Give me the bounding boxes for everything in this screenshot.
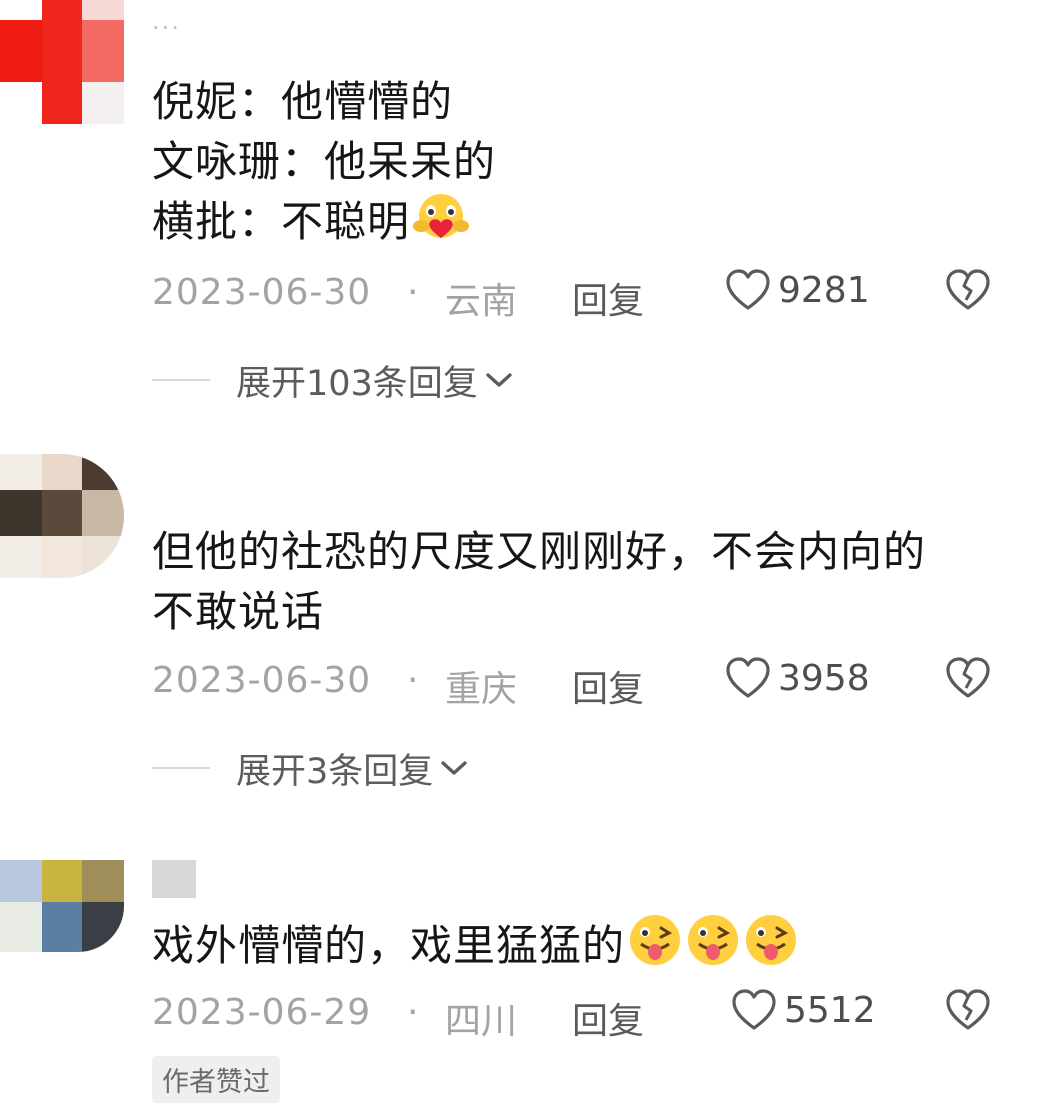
dislike-button[interactable] xyxy=(944,988,992,1041)
chevron-down-icon xyxy=(441,761,467,775)
broken-heart-icon xyxy=(946,989,990,1030)
avatar[interactable] xyxy=(0,860,124,952)
comment-meta: 2023-06-29 · 四川 回复 5512 xyxy=(152,989,1012,1044)
expand-label: 展开3条回复 xyxy=(236,751,434,792)
heart-icon xyxy=(732,989,776,1030)
divider xyxy=(152,767,210,769)
broken-heart-icon xyxy=(946,269,990,310)
comment-line: 不敢说话 xyxy=(152,587,325,636)
separator: · xyxy=(407,272,419,313)
comment-location: 四川 xyxy=(445,1001,518,1042)
separator: · xyxy=(407,660,419,701)
reply-button[interactable]: 回复 xyxy=(572,272,644,324)
broken-heart-icon xyxy=(946,657,990,698)
like-count: 9281 xyxy=(778,269,870,311)
comment-line: 但他的社恐的尺度又刚刚好，不会内向的 xyxy=(152,527,927,576)
reply-button[interactable]: 回复 xyxy=(572,660,644,712)
like-count: 5512 xyxy=(784,989,876,1031)
like-button[interactable]: 9281 xyxy=(724,268,870,312)
comment-date: 2023-06-30 xyxy=(152,272,372,313)
comment-text: 但他的社恐的尺度又刚刚好，不会内向的 不敢说话 xyxy=(152,522,926,642)
avatar[interactable] xyxy=(0,454,124,578)
comment-line: 横批：不聪明 xyxy=(152,197,411,246)
avatar[interactable] xyxy=(0,0,124,124)
comment-line: 文咏珊：他呆呆的 xyxy=(152,137,497,186)
heart-icon xyxy=(726,657,770,698)
comment-meta: 2023-06-30 · 云南 回复 9281 xyxy=(152,269,1012,324)
separator: · xyxy=(407,992,419,1033)
comment-text: 倪妮：他懵懵的 文咏珊：他呆呆的 横批：不聪明 xyxy=(152,72,496,260)
more-icon[interactable]: ··· xyxy=(152,14,181,42)
like-count: 3958 xyxy=(778,657,870,699)
comment-date: 2023-06-30 xyxy=(152,660,372,701)
tongue-wink-emoji xyxy=(685,912,741,984)
dislike-button[interactable] xyxy=(944,656,992,709)
hug-heart-emoji xyxy=(412,192,470,260)
author-liked-badge: 作者赞过 xyxy=(152,1056,280,1103)
reply-button[interactable]: 回复 xyxy=(572,992,644,1044)
like-button[interactable]: 5512 xyxy=(730,988,876,1032)
expand-label: 展开103条回复 xyxy=(236,363,478,404)
tongue-wink-emoji xyxy=(743,912,799,984)
dislike-button[interactable] xyxy=(944,268,992,321)
expand-replies-button[interactable]: 展开3条回复 xyxy=(152,744,469,792)
comment-location: 重庆 xyxy=(445,669,518,710)
like-button[interactable]: 3958 xyxy=(724,656,870,700)
comment-location: 云南 xyxy=(445,281,518,322)
comment-date: 2023-06-29 xyxy=(152,992,372,1033)
comment-line: 倪妮：他懵懵的 xyxy=(152,77,454,126)
username-blurred[interactable] xyxy=(152,860,196,898)
comment-meta: 2023-06-30 · 重庆 回复 3958 xyxy=(152,657,1012,712)
comment-line: 戏外懵懵的，戏里猛猛的 xyxy=(152,921,626,970)
heart-icon xyxy=(726,269,770,310)
expand-replies-button[interactable]: 展开103条回复 xyxy=(152,356,514,404)
comment-text: 戏外懵懵的，戏里猛猛的 xyxy=(152,912,799,984)
chevron-down-icon xyxy=(486,373,512,387)
divider xyxy=(152,379,210,381)
tongue-wink-emoji xyxy=(627,912,683,984)
